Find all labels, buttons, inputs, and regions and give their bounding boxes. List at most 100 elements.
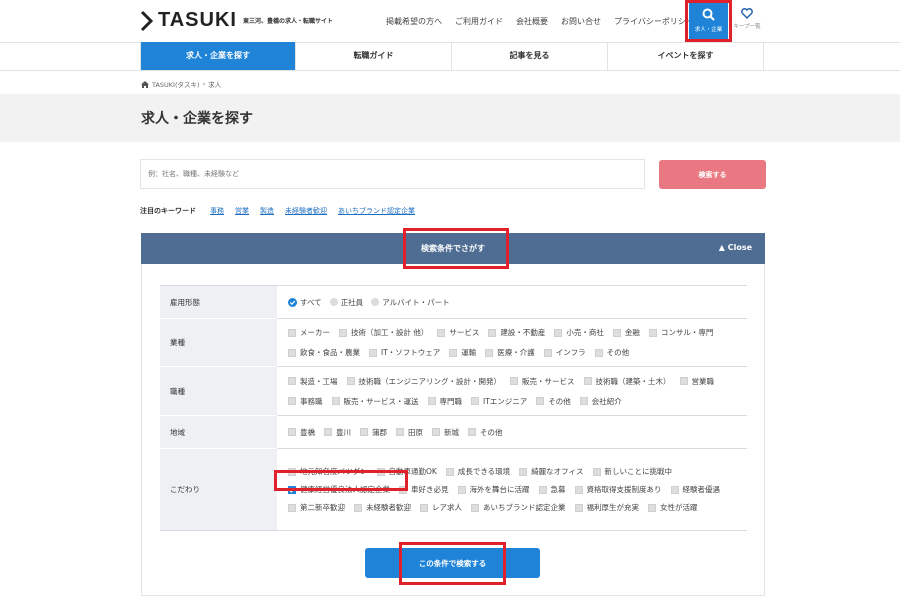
- checkbox-box: [648, 328, 657, 337]
- checkbox-industry[interactable]: 飲食・食品・農業: [288, 347, 360, 358]
- checkbox-features[interactable]: 綺麗なオフィス: [519, 466, 584, 477]
- features-options: 地元知名度バツグン 自動車通勤OK 成長できる環境 綺麗なオフィス 新しいことに挑戦中健…: [277, 448, 747, 531]
- checkbox-industry[interactable]: 運輸: [449, 347, 476, 358]
- checkbox-box: [536, 397, 545, 405]
- checkbox-features[interactable]: 第二新卒歓迎: [288, 502, 345, 513]
- logo-mark-icon: [140, 10, 154, 31]
- nav-link-contact[interactable]: お問い合せ: [561, 16, 601, 27]
- page-title: 求人・企業を探す: [141, 111, 253, 127]
- checkbox-label: 豊川: [336, 427, 351, 437]
- checkbox-box: [538, 485, 547, 494]
- checkbox-industry[interactable]: 技術（加工・設計 他）: [339, 327, 428, 338]
- checkbox-box: [485, 348, 494, 357]
- favorites-button[interactable]: キープ一覧: [730, 8, 764, 30]
- tab-search-jobs[interactable]: 求人・企業を探す: [140, 42, 296, 70]
- condition-panel-header[interactable]: 検索条件でさがす ▲ Close: [141, 233, 765, 264]
- header-search-button[interactable]: 求人・企業: [689, 2, 728, 40]
- checkbox-area[interactable]: その他: [468, 427, 503, 438]
- checkbox-area[interactable]: 豊川: [324, 427, 351, 438]
- checkbox-job[interactable]: 技術職（建築・土木）: [583, 376, 671, 387]
- checkbox-features[interactable]: あいちブランド認定企業: [471, 502, 566, 513]
- checkbox-job[interactable]: 営業職: [679, 376, 714, 387]
- checkbox-area[interactable]: 豊橋: [288, 427, 315, 438]
- checkbox-features[interactable]: 福利厚生が充実: [574, 502, 640, 513]
- checkbox-label: 海外を舞台に活躍: [469, 485, 530, 494]
- condition-row-employment: 雇用形態 すべて 正社員 アルバイト・パート: [160, 285, 747, 319]
- checkbox-features[interactable]: レア求人: [420, 502, 462, 513]
- checkbox-area[interactable]: 田原: [396, 427, 423, 438]
- tab-articles[interactable]: 記事を見る: [452, 42, 608, 70]
- checkbox-features[interactable]: 成長できる環境: [445, 466, 510, 477]
- condition-label-area: 地域: [160, 415, 277, 449]
- breadcrumb-current: 求人: [208, 81, 222, 89]
- checkbox-label: 運輸: [461, 348, 477, 357]
- checkbox-job[interactable]: ITエンジニア: [471, 396, 527, 407]
- checkbox-features[interactable]: 経験者優遇: [670, 484, 720, 495]
- condition-panel-title: 検索条件でさがす: [421, 244, 485, 253]
- checkbox-box: [574, 485, 583, 494]
- keyword-link[interactable]: 未経験者歓迎: [285, 206, 327, 216]
- title-band: [0, 94, 900, 142]
- checkbox-industry[interactable]: 小売・商社: [554, 327, 604, 338]
- header-search-label: 求人・企業: [694, 27, 723, 33]
- checkbox-industry[interactable]: 建設・不動産: [488, 327, 545, 338]
- checkbox-features[interactable]: 地元知名度バツグン: [288, 466, 368, 477]
- checkbox-features[interactable]: 急募: [538, 484, 566, 495]
- checkbox-box: [360, 428, 368, 436]
- radio-employment-all[interactable]: すべて: [288, 297, 322, 308]
- checkbox-box: [288, 397, 296, 405]
- checkbox-job[interactable]: 専門職: [427, 396, 462, 407]
- keyword-link[interactable]: 事務: [210, 206, 224, 216]
- checkbox-job[interactable]: 製造・工場: [288, 376, 338, 387]
- checkbox-job[interactable]: その他: [536, 396, 571, 407]
- checkbox-features[interactable]: 車好き必見: [399, 484, 449, 495]
- keyword-search-button[interactable]: 検索する: [659, 160, 766, 189]
- checkbox-job[interactable]: 事務職: [288, 396, 323, 407]
- tab-events[interactable]: イベントを探す: [608, 42, 764, 70]
- checkbox-industry[interactable]: インフラ: [543, 347, 586, 358]
- checkbox-features[interactable]: 新しいことに挑戦中: [592, 466, 672, 477]
- checkbox-industry[interactable]: 医療・介護: [485, 347, 535, 358]
- checkbox-features[interactable]: 海外を舞台に活躍: [457, 484, 530, 495]
- checkbox-industry[interactable]: サービス: [437, 327, 479, 338]
- checkbox-box: [583, 377, 592, 385]
- checkbox-label: 飲食・食品・農業: [300, 348, 360, 357]
- keyword-link[interactable]: 製造: [260, 206, 274, 216]
- checkbox-job[interactable]: 販売・サービス・運送: [331, 396, 419, 407]
- nav-link-privacy[interactable]: プライバシーポリシー: [614, 16, 694, 27]
- checkbox-job[interactable]: 会社紹介: [579, 396, 622, 407]
- checkbox-job[interactable]: 技術職（エンジニアリング・設計・開発）: [346, 376, 501, 387]
- nav-link-advertise[interactable]: 掲載希望の方へ: [386, 16, 442, 27]
- panel-close-button[interactable]: ▲ Close: [719, 243, 752, 252]
- nav-link-guide[interactable]: ご利用ガイド: [455, 16, 503, 27]
- heart-icon: [741, 8, 753, 20]
- checkbox-industry[interactable]: IT・ソフトウェア: [369, 347, 440, 358]
- checkbox-job[interactable]: 販売・サービス: [510, 376, 575, 387]
- checkbox-box: [554, 328, 563, 337]
- checkbox-industry[interactable]: コンサル・専門: [648, 327, 713, 338]
- checkbox-industry[interactable]: 金融: [612, 327, 640, 338]
- area-options: 豊橋 豊川 蒲郡 田原 新城 その他: [277, 415, 747, 449]
- checkbox-industry[interactable]: その他: [594, 347, 629, 358]
- keyword-link[interactable]: 営業: [235, 206, 249, 216]
- checkbox-box: [612, 328, 621, 337]
- checkbox-features[interactable]: 健康経営優良法人認定企業: [288, 484, 390, 495]
- checkbox-area[interactable]: 新城: [432, 427, 459, 438]
- checkbox-area[interactable]: 蒲郡: [360, 427, 387, 438]
- breadcrumb-home[interactable]: TASUKI(タスキ): [152, 79, 200, 89]
- checkbox-features[interactable]: 自動車通勤OK: [376, 466, 437, 477]
- checkbox-features[interactable]: 女性が活躍: [648, 502, 698, 513]
- tab-career-guide[interactable]: 転職ガイド: [296, 42, 452, 70]
- checkbox-box: [369, 348, 377, 357]
- nav-link-company[interactable]: 会社概要: [516, 16, 548, 27]
- site-logo[interactable]: TASUKI 東三河、豊橋の求人・転職サイト: [140, 9, 333, 32]
- radio-employment-parttime[interactable]: アルバイト・パート: [371, 297, 450, 308]
- radio-employment-fulltime[interactable]: 正社員: [329, 297, 363, 308]
- checkbox-features[interactable]: 未経験者歓迎: [354, 502, 411, 513]
- checkbox-industry[interactable]: メーカー: [288, 327, 330, 338]
- checkbox-features[interactable]: 資格取得支援制度あり: [574, 484, 662, 495]
- checkbox-label: 福利厚生が充実: [586, 503, 640, 512]
- keyword-search-input[interactable]: [140, 159, 645, 189]
- search-with-conditions-button[interactable]: この条件で検索する: [365, 548, 540, 578]
- keyword-link[interactable]: あいちブランド認定企業: [338, 206, 415, 216]
